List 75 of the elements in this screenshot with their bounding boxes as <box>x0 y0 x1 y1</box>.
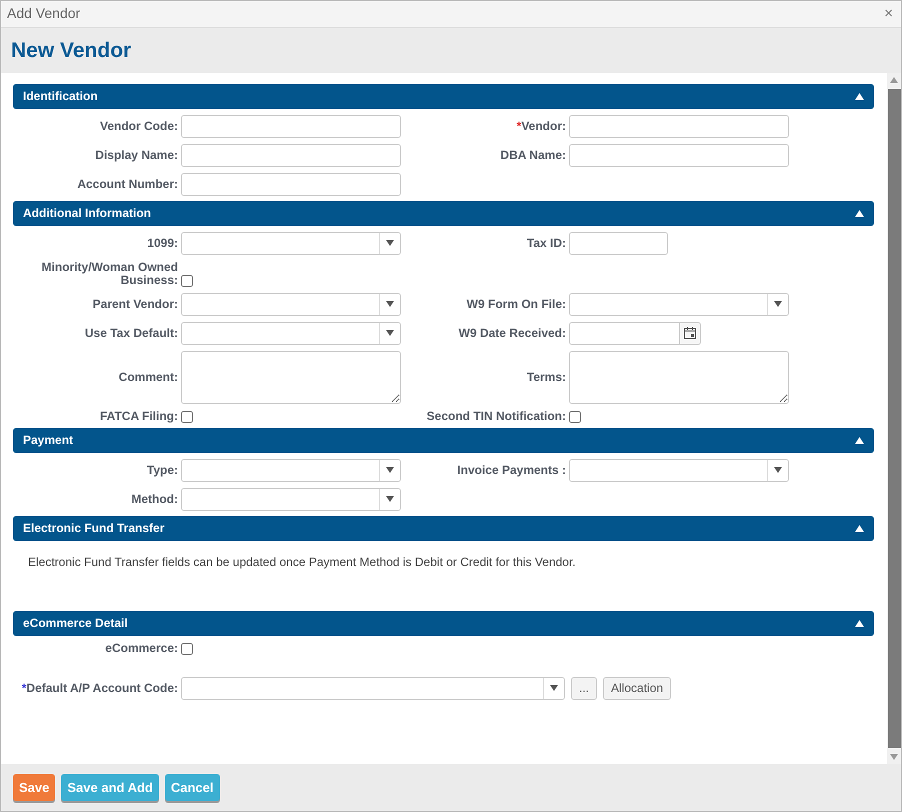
collapse-icon[interactable] <box>855 92 864 100</box>
checkbox[interactable] <box>181 410 193 423</box>
section-header[interactable]: Electronic Fund Transfer <box>13 516 874 541</box>
field-label: Tax ID: <box>526 236 566 250</box>
caret-icon <box>386 496 394 502</box>
input-field[interactable] <box>181 172 401 196</box>
input-field[interactable] <box>569 114 789 138</box>
scroll-up-icon[interactable] <box>890 76 898 83</box>
section-title: Identification <box>23 88 98 106</box>
checkbox[interactable] <box>181 642 193 655</box>
dropdown-field[interactable] <box>181 458 401 482</box>
input-field[interactable] <box>569 232 668 255</box>
caret-icon <box>774 301 782 308</box>
field-label: eCommerce: <box>104 642 178 655</box>
calendar-icon <box>684 327 696 340</box>
field-label: DBA Name: <box>499 148 566 162</box>
caret-icon <box>386 301 394 308</box>
section-title: eCommerce Detail <box>23 615 128 632</box>
collapse-icon[interactable] <box>855 620 864 627</box>
input-field[interactable] <box>181 114 401 138</box>
calendar-button[interactable] <box>680 322 701 345</box>
caret-icon <box>550 685 558 692</box>
field-label: 1099: <box>146 236 178 250</box>
section-title: Electronic Fund Transfer <box>23 520 164 538</box>
dropdown-field[interactable] <box>569 458 789 482</box>
section-header[interactable]: eCommerce Detail <box>13 610 874 636</box>
window-title: Add Vendor <box>7 4 80 24</box>
collapse-icon[interactable] <box>855 210 864 217</box>
field-label: *Default A/P Account Code: <box>20 682 178 695</box>
field-label: W9 Form On File: <box>466 298 566 311</box>
field-label: Parent Vendor: <box>92 298 178 311</box>
text-area[interactable] <box>569 350 789 404</box>
field-label: Vendor Code: <box>98 120 178 133</box>
input-field[interactable] <box>181 144 401 167</box>
checkbox[interactable] <box>569 410 581 423</box>
collapse-icon[interactable] <box>855 436 864 444</box>
checkbox[interactable] <box>181 274 193 287</box>
dropdown-field[interactable] <box>181 488 401 511</box>
caret-icon <box>386 330 394 336</box>
dropdown-field[interactable] <box>569 292 789 316</box>
caret-icon <box>774 467 782 474</box>
field-label: Method: <box>130 492 178 506</box>
section-title: Additional Information <box>23 205 151 222</box>
field-label: Display Name: <box>94 148 178 162</box>
close-button[interactable]: × <box>884 6 893 22</box>
field-label: *Vendor: <box>516 120 566 133</box>
section-header[interactable]: Additional Information <box>13 200 874 226</box>
dialog-title: New Vendor <box>11 38 132 64</box>
field-label: FATCA Filing: <box>99 410 178 423</box>
field-label: Invoice Payments : <box>456 464 566 477</box>
dropdown-field[interactable] <box>181 322 401 345</box>
caret-icon <box>386 240 394 246</box>
field-label: Account Number: <box>76 178 178 191</box>
dropdown-field[interactable] <box>181 676 565 700</box>
collapse-icon[interactable] <box>855 524 864 532</box>
text-area[interactable] <box>181 350 401 404</box>
section-title: Payment <box>23 432 74 450</box>
info-text: Electronic Fund Transfer fields can be updated once Payment Method is Debit or Credit for this Vendor. <box>27 554 577 571</box>
field-label: Use Tax Default: <box>84 326 178 340</box>
date-field[interactable] <box>569 322 680 345</box>
field-label: Terms: <box>526 370 566 384</box>
input-field[interactable] <box>569 144 789 167</box>
caret-icon <box>386 467 394 474</box>
section-header[interactable]: Identification <box>13 84 874 109</box>
field-label: Minority/Woman Owned Business: <box>40 260 178 287</box>
action-button[interactable]: Allocation <box>603 676 672 700</box>
dropdown-field[interactable] <box>181 232 401 255</box>
field-label: Comment: <box>118 370 178 384</box>
field-label: Type: <box>146 464 178 477</box>
field-label: Second TIN Notification: <box>426 410 566 423</box>
dropdown-field[interactable] <box>181 292 401 316</box>
scroll-down-icon[interactable] <box>890 754 898 760</box>
action-button[interactable]: ... <box>571 676 598 700</box>
field-label: W9 Date Received: <box>458 326 566 340</box>
section-header[interactable]: Payment <box>13 428 874 453</box>
